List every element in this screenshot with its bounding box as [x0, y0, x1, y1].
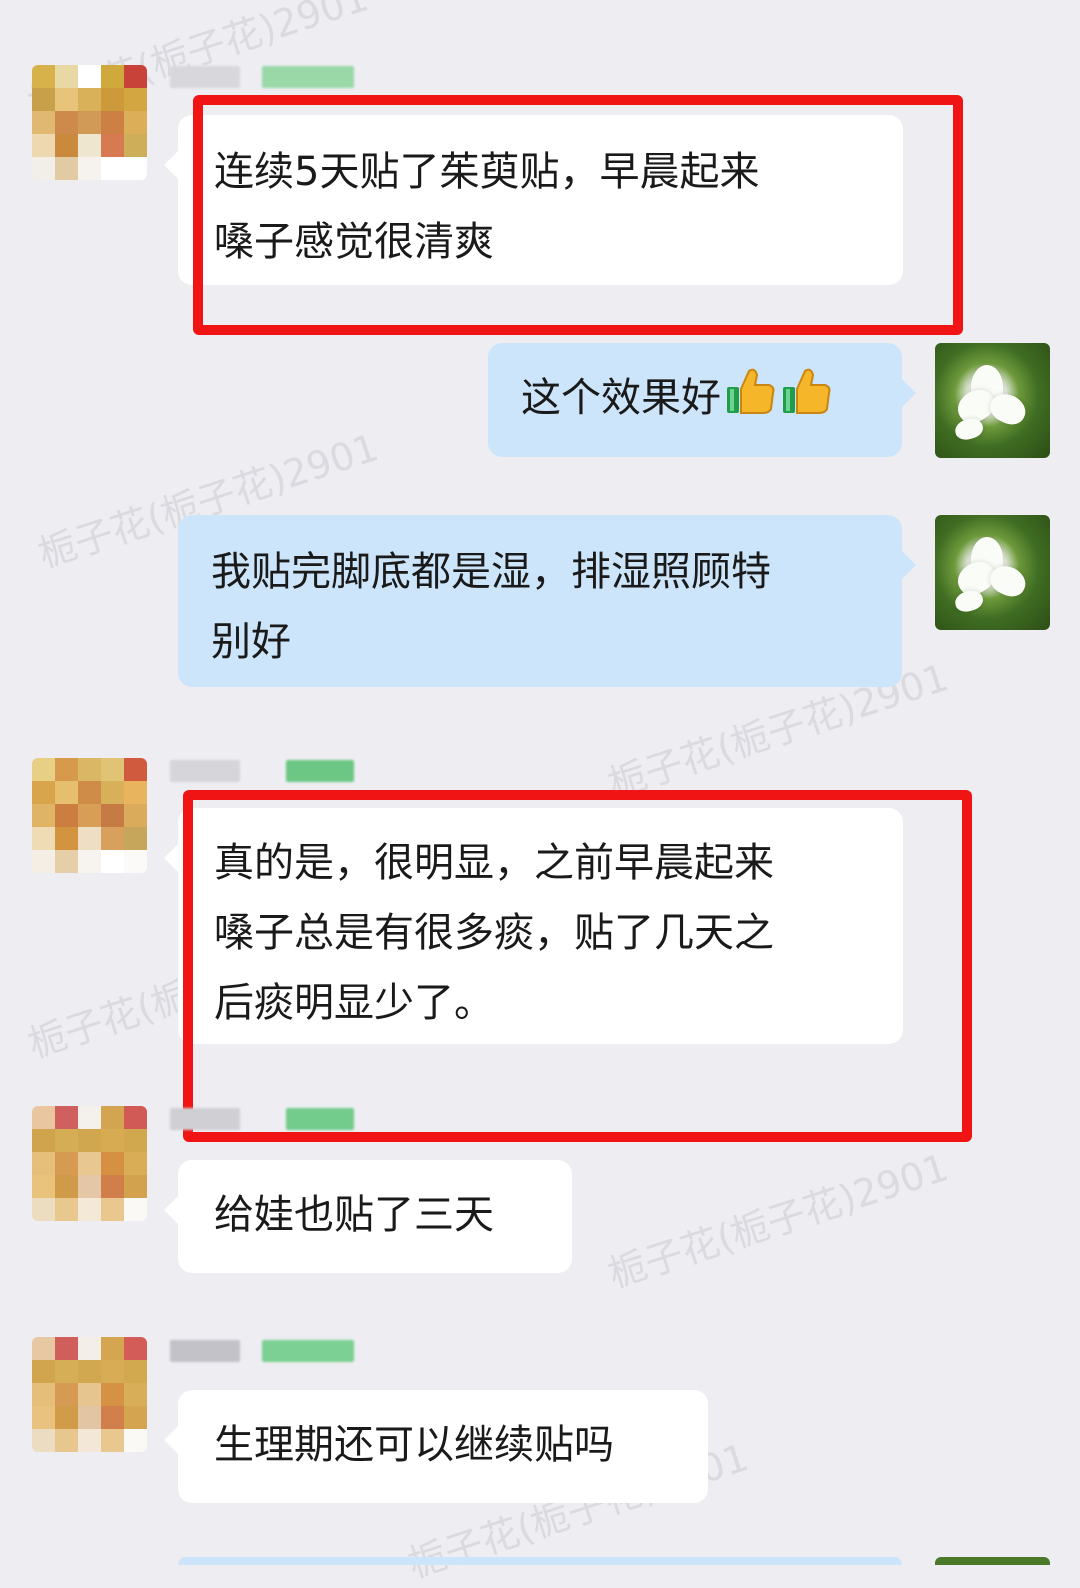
highlight-box	[193, 95, 963, 335]
avatar-mosaic[interactable]	[32, 1337, 147, 1452]
message-bubble[interactable]: 生理期还可以继续贴吗	[164, 1390, 708, 1503]
sender-name-blurred	[170, 1108, 240, 1130]
sender-name-blurred	[262, 66, 354, 88]
thumbs-up-icon	[783, 368, 831, 414]
sender-name-blurred	[262, 1340, 354, 1362]
message-text: 给娃也贴了三天	[214, 1192, 494, 1238]
message-text-line: 我贴完脚底都是湿，排湿照顾特	[211, 549, 771, 595]
highlight-box	[183, 790, 972, 1142]
message-bubble[interactable]: 这个效果好	[488, 343, 916, 457]
next-message-bubble-partial	[178, 1557, 902, 1565]
message-bubble[interactable]: 给娃也贴了三天	[164, 1160, 572, 1273]
sender-name-blurred	[286, 1108, 354, 1130]
avatar-flower[interactable]	[935, 343, 1050, 458]
next-avatar-partial	[935, 1557, 1050, 1565]
sender-name-blurred	[170, 760, 240, 782]
sender-name-blurred	[170, 1340, 240, 1362]
message-bubble[interactable]: 我贴完脚底都是湿，排湿照顾特 别好	[178, 515, 916, 687]
message-text-line: 别好	[211, 619, 291, 665]
avatar-mosaic[interactable]	[32, 758, 147, 873]
message-text: 这个效果好	[521, 375, 721, 421]
watermark: 栀子花(栀子花)2901	[602, 1145, 954, 1297]
sender-name-blurred	[170, 66, 240, 88]
thumbs-up-icon	[727, 368, 775, 414]
sender-name-blurred	[286, 760, 354, 782]
avatar-mosaic[interactable]	[32, 1106, 147, 1221]
message-text: 生理期还可以继续贴吗	[214, 1422, 614, 1468]
avatar-flower[interactable]	[935, 515, 1050, 630]
avatar-mosaic[interactable]	[32, 65, 147, 180]
